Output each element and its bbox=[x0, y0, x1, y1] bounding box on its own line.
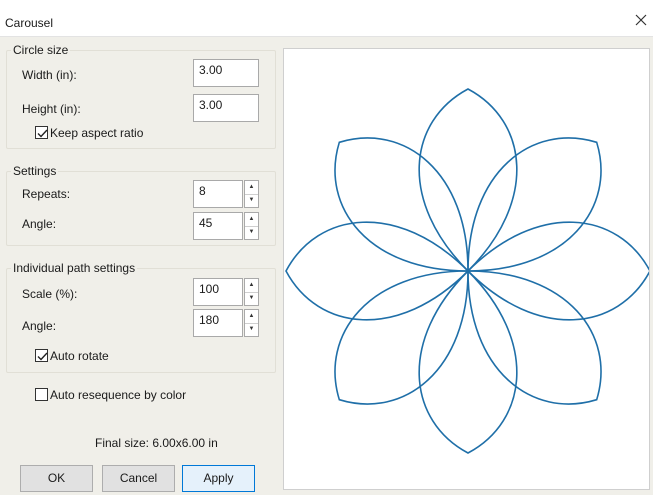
individual-angle-spinner[interactable]: ▲ ▼ bbox=[244, 309, 259, 337]
title-bar: Carousel bbox=[0, 0, 653, 37]
individual-path-group: Individual path settings Scale (%): 100 … bbox=[6, 261, 276, 373]
spin-down-icon[interactable]: ▼ bbox=[245, 226, 258, 239]
circle-size-group: Circle size Width (in): 3.00 Height (in)… bbox=[6, 43, 276, 149]
ok-button[interactable]: OK bbox=[20, 465, 93, 492]
width-label: Width (in): bbox=[22, 68, 77, 82]
cancel-button[interactable]: Cancel bbox=[102, 465, 175, 492]
scale-spinner[interactable]: ▲ ▼ bbox=[244, 278, 259, 306]
individual-angle-input[interactable]: 180 bbox=[193, 309, 243, 337]
height-label: Height (in): bbox=[22, 102, 81, 116]
auto-rotate-checkbox[interactable] bbox=[35, 349, 48, 362]
repeats-input[interactable]: 8 bbox=[193, 180, 243, 208]
carousel-preview-graphic bbox=[285, 88, 651, 454]
settings-group: Settings Repeats: 8 ▲ ▼ Angle: 45 ▲ ▼ bbox=[6, 164, 276, 246]
preview-panel bbox=[283, 48, 651, 490]
settings-angle-input[interactable]: 45 bbox=[193, 212, 243, 240]
scale-input[interactable]: 100 bbox=[193, 278, 243, 306]
repeats-spinner[interactable]: ▲ ▼ bbox=[244, 180, 259, 208]
apply-button[interactable]: Apply bbox=[182, 465, 255, 492]
spin-down-icon[interactable]: ▼ bbox=[245, 194, 258, 207]
auto-resequence-checkbox[interactable] bbox=[35, 388, 48, 401]
spin-up-icon[interactable]: ▲ bbox=[245, 213, 258, 227]
settings-angle-spinner[interactable]: ▲ ▼ bbox=[244, 212, 259, 240]
height-input[interactable]: 3.00 bbox=[193, 94, 259, 122]
close-icon[interactable] bbox=[633, 12, 649, 28]
individual-path-legend: Individual path settings bbox=[11, 261, 138, 275]
keep-aspect-label: Keep aspect ratio bbox=[50, 126, 144, 140]
keep-aspect-checkbox[interactable] bbox=[35, 126, 48, 139]
spin-down-icon[interactable]: ▼ bbox=[245, 292, 258, 305]
spin-up-icon[interactable]: ▲ bbox=[245, 181, 258, 195]
repeats-label: Repeats: bbox=[22, 187, 71, 201]
auto-rotate-label: Auto rotate bbox=[50, 349, 109, 363]
checkmark-icon bbox=[37, 129, 48, 138]
spin-up-icon[interactable]: ▲ bbox=[245, 279, 258, 293]
spin-up-icon[interactable]: ▲ bbox=[245, 310, 258, 324]
final-size-text: Final size: 6.00x6.00 in bbox=[95, 436, 218, 450]
settings-legend: Settings bbox=[11, 164, 59, 178]
settings-angle-label: Angle: bbox=[22, 217, 57, 231]
width-input[interactable]: 3.00 bbox=[193, 59, 259, 87]
checkmark-icon bbox=[37, 352, 48, 361]
spin-down-icon[interactable]: ▼ bbox=[245, 323, 258, 336]
auto-resequence-label: Auto resequence by color bbox=[50, 388, 187, 402]
individual-angle-label: Angle: bbox=[22, 319, 57, 333]
circle-size-legend: Circle size bbox=[11, 43, 71, 57]
scale-label: Scale (%): bbox=[22, 287, 78, 301]
window-title: Carousel bbox=[5, 16, 54, 30]
